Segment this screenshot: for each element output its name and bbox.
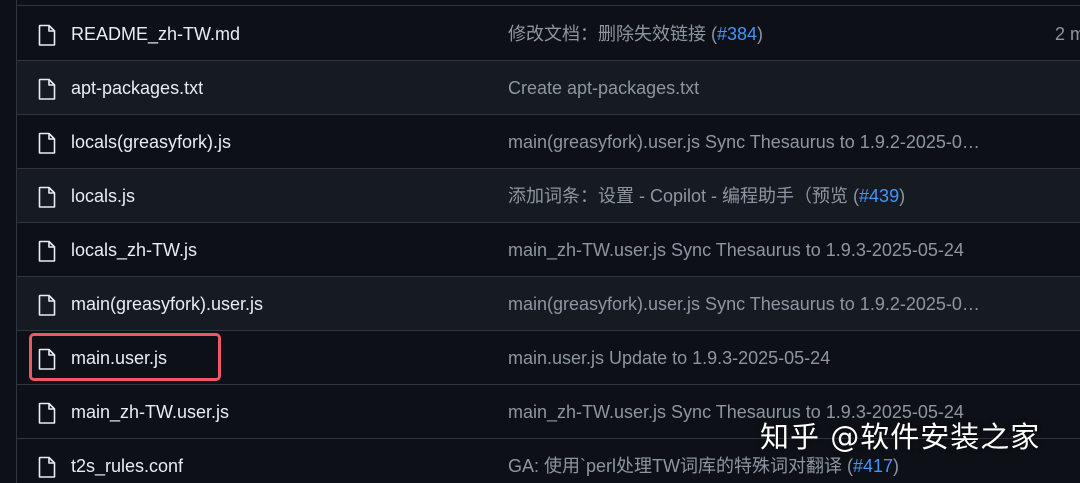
file-icon	[38, 24, 56, 46]
commit-time: 2 m	[1055, 24, 1080, 44]
commit-message-text: main(greasyfork).user.js Sync Thesaurus …	[508, 132, 980, 152]
file-name-link[interactable]: apt-packages.txt	[71, 61, 203, 115]
file-icon	[38, 402, 56, 424]
file-name-link[interactable]: main_zh-TW.user.js	[71, 385, 229, 439]
commit-message[interactable]: main.user.js Update to 1.9.3-2025-05-24	[508, 331, 830, 385]
watermark: 知乎 @软件安装之家	[760, 420, 1041, 454]
file-name-link[interactable]: locals(greasyfork).js	[71, 115, 231, 169]
issue-link[interactable]: #384	[717, 24, 757, 44]
file-name-link[interactable]: main.user.js	[71, 331, 167, 385]
commit-message[interactable]: main(greasyfork).user.js Sync Thesaurus …	[508, 277, 980, 331]
table-row[interactable]: main(greasyfork).user.js main(greasyfork…	[17, 277, 1080, 331]
file-name-link[interactable]: locals_zh-TW.js	[71, 223, 197, 277]
issue-link[interactable]: #417	[853, 456, 893, 476]
file-name-link[interactable]: locals.js	[71, 169, 135, 223]
file-name-link[interactable]: t2s_rules.conf	[71, 439, 183, 483]
file-icon	[38, 240, 56, 262]
commit-message-text: Create apt-packages.txt	[508, 78, 700, 98]
file-icon	[38, 294, 56, 316]
commit-message-suffix: )	[899, 186, 906, 206]
file-icon	[38, 456, 56, 478]
file-icon	[38, 78, 56, 100]
commit-message[interactable]: main_zh-TW.user.js Sync Thesaurus to 1.9…	[508, 223, 964, 277]
table-row[interactable]: locals(greasyfork).js main(greasyfork).u…	[17, 115, 1080, 169]
commit-message-suffix: )	[893, 456, 900, 476]
table-row[interactable]: README_zh-TW.md 修改文档：删除失效链接 (#384) 2 m	[17, 7, 1080, 61]
file-icon	[38, 348, 56, 370]
commit-message-text: main.user.js Update to 1.9.3-2025-05-24	[508, 348, 831, 368]
commit-message-text: main(greasyfork).user.js Sync Thesaurus …	[508, 294, 980, 314]
commit-message-text: 修改文档：删除失效链接 (	[508, 24, 717, 44]
commit-message-suffix: )	[757, 24, 764, 44]
commit-message[interactable]: 修改文档：删除失效链接 (#384)	[508, 7, 763, 61]
table-row[interactable]: main.user.js main.user.js Update to 1.9.…	[17, 331, 1080, 385]
commit-message-text: GA: 使用`perl处理TW词库的特殊词对翻译 (	[508, 456, 853, 476]
commit-message-text: 添加词条：设置 - Copilot - 编程助手（预览 (	[508, 186, 860, 206]
table-row[interactable]: locals.js 添加词条：设置 - Copilot - 编程助手（预览 (#…	[17, 169, 1080, 223]
commit-message-text: main_zh-TW.user.js Sync Thesaurus to 1.9…	[508, 240, 964, 260]
commit-message[interactable]: Create apt-packages.txt	[508, 61, 699, 115]
file-icon	[38, 132, 56, 154]
issue-link[interactable]: #439	[859, 186, 899, 206]
file-name-link[interactable]: README_zh-TW.md	[71, 7, 240, 61]
commit-message[interactable]: main(greasyfork).user.js Sync Thesaurus …	[508, 115, 980, 169]
commit-message[interactable]: 添加词条：设置 - Copilot - 编程助手（预览 (#439)	[508, 169, 905, 223]
table-row[interactable]: apt-packages.txt Create apt-packages.txt	[17, 61, 1080, 115]
file-list: README_zh-TW.md 修改文档：删除失效链接 (#384) 2 m a…	[16, 0, 1080, 483]
file-name-link[interactable]: main(greasyfork).user.js	[71, 277, 263, 331]
file-icon	[38, 186, 56, 208]
table-row[interactable]: locals_zh-TW.js main_zh-TW.user.js Sync …	[17, 223, 1080, 277]
